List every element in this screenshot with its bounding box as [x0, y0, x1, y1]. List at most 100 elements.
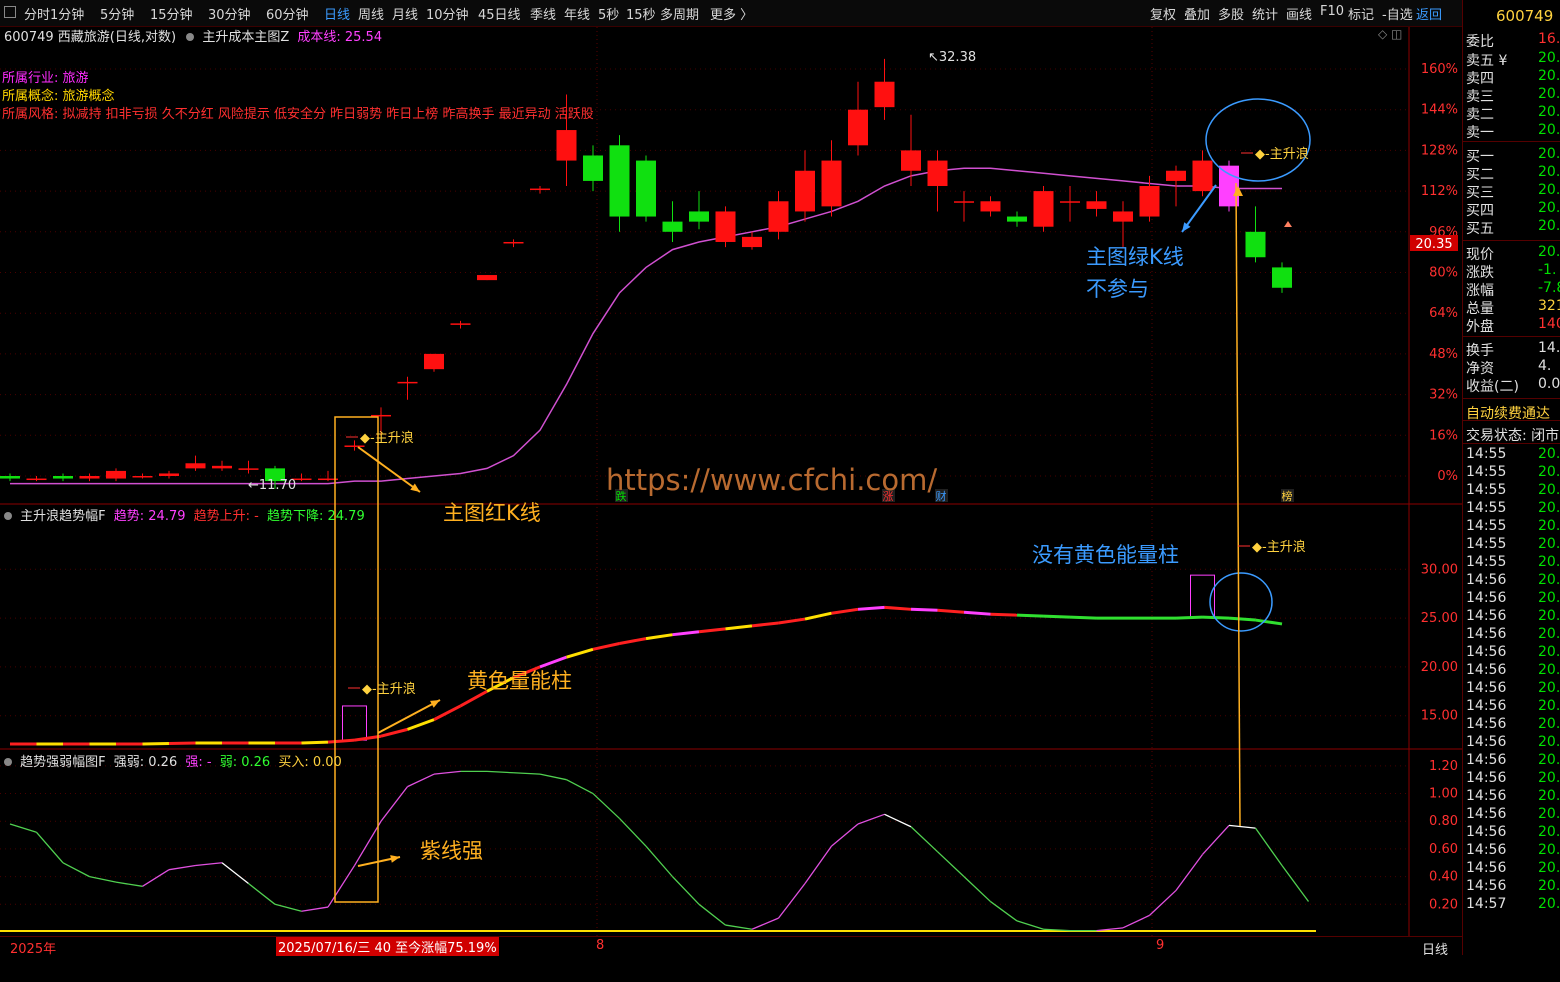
- candle-body: [1007, 217, 1027, 222]
- period-15[interactable]: 多周期: [660, 4, 699, 23]
- strength-segment: [673, 877, 700, 905]
- candle-body: [424, 354, 444, 369]
- main-axis-label: 32%: [1429, 388, 1458, 403]
- side-row-7: 买二20.: [1466, 164, 1560, 182]
- tick-time: 14:55: [1466, 518, 1506, 534]
- tool-button-4[interactable]: 画线: [1286, 4, 1312, 23]
- tool-button-0[interactable]: 复权: [1150, 4, 1176, 23]
- candle-body: [1193, 161, 1213, 192]
- trend-segment: [858, 607, 885, 609]
- candle-body: [769, 201, 789, 232]
- trend-segment: [434, 706, 461, 720]
- period-1[interactable]: 1分钟: [50, 4, 84, 23]
- strength-segment: [805, 846, 832, 883]
- period-7[interactable]: 周线: [358, 4, 384, 23]
- side-row-label: 换手: [1466, 340, 1494, 360]
- panel2-title[interactable]: 主升浪趋势幅F: [20, 509, 105, 524]
- period-4[interactable]: 30分钟: [208, 4, 251, 23]
- panel3-title[interactable]: 趋势强弱幅图F: [20, 755, 105, 770]
- period-0[interactable]: 分时: [24, 4, 50, 23]
- menu-square-icon[interactable]: [4, 6, 16, 18]
- side-row-value: 1402: [1538, 316, 1560, 332]
- annotation-purple-strong: 紫线强: [420, 839, 483, 863]
- period-8[interactable]: 月线: [392, 4, 418, 23]
- candle-body: [742, 237, 762, 247]
- period-10[interactable]: 45日线: [478, 4, 521, 23]
- side-row-label: 买一: [1466, 146, 1494, 166]
- candle: [1246, 206, 1266, 262]
- tool-button-7[interactable]: -自选: [1382, 4, 1413, 23]
- stock-title: 600749 西藏旅游(日线,对数): [4, 30, 176, 45]
- side-row-value: -7.84: [1538, 280, 1560, 296]
- highlight-box: [335, 417, 378, 902]
- period-6[interactable]: 日线: [324, 4, 350, 23]
- strength-segment: [355, 821, 382, 865]
- candle-body: [928, 161, 948, 186]
- tick-time: 14:55: [1466, 446, 1506, 462]
- tool-button-6[interactable]: 标记: [1348, 4, 1374, 23]
- candle-body: [1246, 232, 1266, 257]
- period-9[interactable]: 10分钟: [426, 4, 469, 23]
- strength-segment: [858, 814, 885, 824]
- side-row-11: 现价20.: [1466, 244, 1560, 262]
- tick-price: 20.: [1538, 806, 1560, 822]
- panel2-header: 主升浪趋势幅F 趋势: 24.79 趋势上升: - 趋势下降: 24.79: [4, 505, 365, 524]
- tool-button-5[interactable]: F10: [1320, 4, 1344, 19]
- auto-renew-label[interactable]: 自动续费通达: [1466, 403, 1550, 423]
- tool-button-3[interactable]: 统计: [1252, 4, 1278, 23]
- p2-axis-label: 20.00: [1421, 660, 1458, 675]
- period-5[interactable]: 60分钟: [266, 4, 309, 23]
- candle: [1113, 201, 1133, 247]
- header-window-icons[interactable]: ◇ ◫: [1378, 27, 1402, 41]
- panel3-icon[interactable]: [4, 758, 12, 766]
- candle: [424, 354, 444, 372]
- side-row-label: 卖二: [1466, 104, 1494, 124]
- p3-axis-label: 0.20: [1429, 897, 1458, 912]
- tick-time: 14:56: [1466, 752, 1506, 768]
- period-14[interactable]: 15秒: [626, 4, 656, 23]
- period-3[interactable]: 15分钟: [150, 4, 193, 23]
- period-12[interactable]: 年线: [564, 4, 590, 23]
- p2-axis-label: 25.00: [1421, 611, 1458, 626]
- indicator-icon[interactable]: [186, 33, 194, 41]
- annotation-yellow-bar: 黄色量能柱: [467, 669, 572, 693]
- tool-button-8[interactable]: 返回: [1416, 4, 1442, 23]
- main-axis-label: 80%: [1429, 266, 1458, 281]
- tick-time: 14:56: [1466, 662, 1506, 678]
- tick-price: 20.: [1538, 680, 1560, 696]
- period-label[interactable]: 日线: [1422, 939, 1448, 958]
- tool-button-1[interactable]: 叠加: [1184, 4, 1210, 23]
- candle: [928, 150, 948, 211]
- low-price-label: ←11.70: [248, 478, 296, 493]
- panel3-weak: 弱: 0.26: [220, 755, 270, 770]
- strength-segment: [540, 774, 567, 780]
- period-11[interactable]: 季线: [530, 4, 556, 23]
- tick-row: 14:5620.: [1466, 752, 1560, 770]
- tick-row: 14:5520.: [1466, 500, 1560, 518]
- tick-row: 14:5520.: [1466, 464, 1560, 482]
- tick-row: 14:5620.: [1466, 860, 1560, 878]
- panel2-icon[interactable]: [4, 512, 12, 520]
- period-13[interactable]: 5秒: [598, 4, 619, 23]
- tick-row: 14:5520.: [1466, 446, 1560, 464]
- tool-button-2[interactable]: 多股: [1218, 4, 1244, 23]
- highlight-circle: [1206, 99, 1310, 181]
- side-row-value: 20.: [1538, 244, 1560, 260]
- tick-time: 14:55: [1466, 500, 1506, 516]
- tick-time: 14:56: [1466, 878, 1506, 894]
- candle-body: [106, 471, 126, 479]
- candle: [1087, 191, 1107, 216]
- tick-price: 20.: [1538, 536, 1560, 552]
- period-2[interactable]: 5分钟: [100, 4, 134, 23]
- side-row-label: 涨跌: [1466, 262, 1494, 282]
- candle-body: [557, 130, 577, 161]
- indicator-name[interactable]: 主升成本主图Z: [202, 30, 289, 45]
- tick-price: 20.: [1538, 662, 1560, 678]
- tick-time: 14:56: [1466, 626, 1506, 642]
- side-row-value: 20.: [1538, 200, 1560, 216]
- tick-row: 14:5620.: [1466, 734, 1560, 752]
- period-16[interactable]: 更多 〉: [710, 4, 753, 23]
- side-row-17: 净资4.: [1466, 358, 1560, 376]
- side-row-label: 买四: [1466, 200, 1494, 220]
- strength-segment: [1176, 854, 1203, 890]
